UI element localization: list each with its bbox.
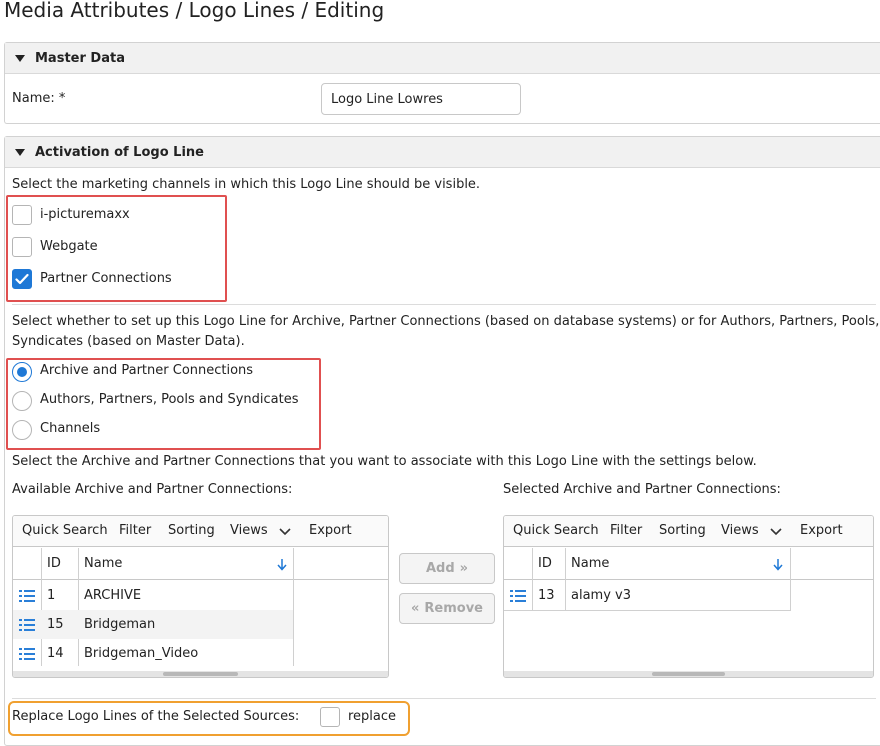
radio-archive-partner-connections[interactable] — [12, 362, 32, 382]
quick-search-button[interactable]: Quick Search — [513, 523, 599, 538]
divider — [12, 304, 876, 305]
cell-name: alamy v3 — [571, 588, 631, 603]
sorting-button[interactable]: Sorting — [168, 523, 215, 538]
filter-button[interactable]: Filter — [119, 523, 151, 538]
available-label: Available Archive and Partner Connection… — [12, 482, 293, 497]
radio-channels[interactable] — [12, 420, 32, 440]
channel-label: i-picturemaxx — [40, 207, 130, 222]
channel-checkbox-partner-connections[interactable] — [12, 269, 32, 289]
collapse-caret-icon — [15, 148, 25, 156]
horizontal-scrollbar[interactable] — [504, 671, 873, 677]
cell-name: Bridgeman — [84, 617, 156, 632]
radio-label: Authors, Partners, Pools and Syndicates — [40, 392, 299, 407]
views-button[interactable]: Views — [230, 523, 268, 538]
cell-name: Bridgeman_Video — [84, 646, 199, 661]
column-divider — [293, 548, 294, 666]
page-title: Media Attributes / Logo Lines / Editing — [4, 0, 385, 22]
row-bottom-border — [504, 610, 791, 611]
list-details-icon[interactable] — [19, 647, 35, 661]
radio-label: Channels — [40, 421, 101, 436]
views-button[interactable]: Views — [721, 523, 759, 538]
master-data-panel: Master Data Name: * Logo Line Lowres — [4, 42, 880, 124]
filter-button[interactable]: Filter — [610, 523, 642, 538]
table-row[interactable]: 1 ARCHIVE — [13, 581, 293, 610]
associate-prompt: Select the Archive and Partner Connectio… — [12, 454, 757, 469]
double-chevron-right-icon: » — [459, 561, 469, 576]
export-button[interactable]: Export — [800, 523, 843, 538]
grid-toolbar: Quick Search Filter Sorting Views Export — [13, 516, 388, 547]
column-header-name[interactable]: Name — [571, 556, 609, 571]
chevron-down-icon[interactable] — [770, 528, 782, 536]
checkmark-icon — [15, 273, 29, 285]
column-header-id[interactable]: ID — [538, 556, 552, 571]
available-grid: Quick Search Filter Sorting Views Export… — [12, 515, 389, 678]
sort-down-arrow-icon[interactable] — [277, 558, 287, 571]
master-data-header[interactable]: Master Data — [5, 43, 880, 74]
sort-down-arrow-icon[interactable] — [773, 558, 783, 571]
activation-title: Activation of Logo Line — [35, 144, 204, 160]
double-chevron-left-icon: « — [410, 601, 420, 616]
cell-id: 1 — [47, 588, 56, 603]
divider — [12, 698, 876, 699]
horizontal-scrollbar[interactable] — [13, 671, 388, 677]
radio-label: Archive and Partner Connections — [40, 363, 254, 378]
export-button[interactable]: Export — [309, 523, 352, 538]
grid-header-row: ID Name — [13, 548, 388, 580]
collapse-caret-icon — [15, 54, 25, 62]
column-divider — [790, 548, 791, 610]
activation-header[interactable]: Activation of Logo Line — [5, 137, 880, 168]
channel-checkbox-webgate[interactable] — [12, 237, 32, 257]
cell-id: 15 — [47, 617, 64, 632]
master-data-title: Master Data — [35, 50, 125, 66]
table-row[interactable]: 13 alamy v3 — [504, 581, 790, 610]
name-input[interactable]: Logo Line Lowres — [321, 83, 521, 115]
column-header-name[interactable]: Name — [84, 556, 122, 571]
remove-button-label: Remove — [424, 601, 483, 616]
channels-prompt: Select the marketing channels in which t… — [12, 177, 481, 192]
replace-checkbox-label[interactable]: replace — [348, 709, 396, 724]
table-row[interactable]: 14 Bridgeman_Video — [13, 639, 293, 668]
grid-header-row: ID Name — [504, 548, 873, 580]
cell-name: ARCHIVE — [84, 588, 142, 603]
channel-label: Webgate — [40, 239, 98, 254]
selected-grid: Quick Search Filter Sorting Views Export… — [503, 515, 874, 678]
channel-checkbox-ipicturemaxx[interactable] — [12, 205, 32, 225]
list-details-icon[interactable] — [19, 589, 35, 603]
cell-id: 13 — [538, 588, 555, 603]
replace-checkbox[interactable] — [320, 707, 340, 727]
add-button[interactable]: Add » — [399, 553, 495, 584]
table-row[interactable]: 15 Bridgeman — [13, 610, 293, 639]
sorting-button[interactable]: Sorting — [659, 523, 706, 538]
quick-search-button[interactable]: Quick Search — [22, 523, 108, 538]
setup-prompt-line1: Select whether to set up this Logo Line … — [12, 314, 880, 329]
add-button-label: Add — [425, 561, 455, 576]
list-details-icon[interactable] — [510, 589, 526, 603]
cell-id: 14 — [47, 646, 64, 661]
grid-toolbar: Quick Search Filter Sorting Views Export — [504, 516, 873, 547]
replace-label: Replace Logo Lines of the Selected Sourc… — [12, 709, 300, 724]
setup-prompt-line2: Syndicates (based on Master Data). — [12, 334, 245, 349]
list-details-icon[interactable] — [19, 618, 35, 632]
name-label: Name: * — [12, 91, 66, 106]
remove-button[interactable]: « Remove — [399, 593, 495, 624]
column-header-id[interactable]: ID — [47, 556, 61, 571]
radio-authors-partners-pools-syndicates[interactable] — [12, 391, 32, 411]
chevron-down-icon[interactable] — [279, 528, 291, 536]
selected-label: Selected Archive and Partner Connections… — [503, 482, 781, 497]
channel-label: Partner Connections — [40, 271, 172, 286]
